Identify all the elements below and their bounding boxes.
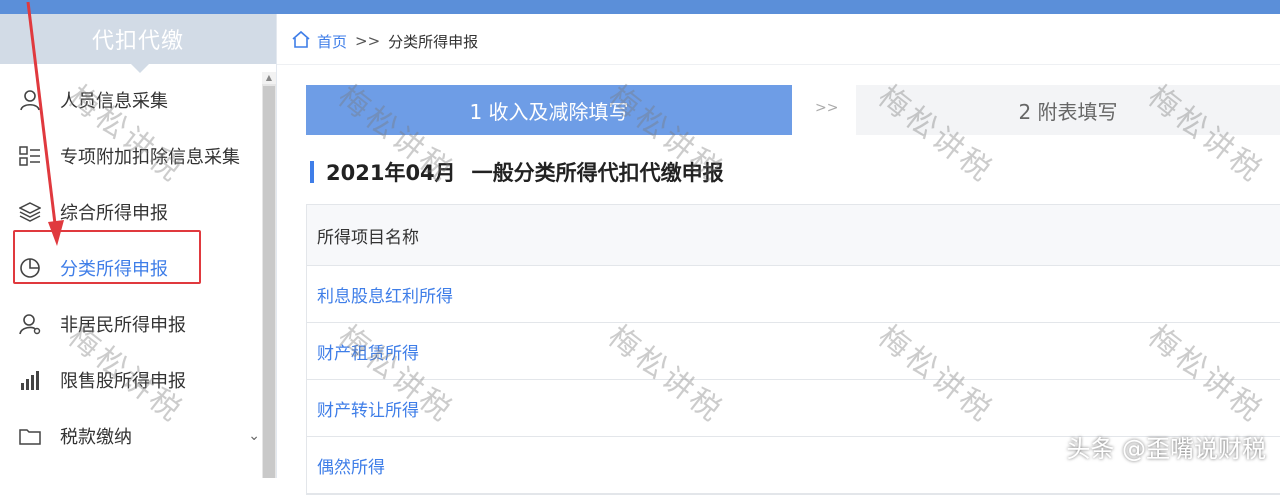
column-header-income-name: 所得项目名称 xyxy=(317,227,419,248)
breadcrumb-separator: >> xyxy=(355,32,381,50)
sidebar-item-label: 税款缴纳 xyxy=(60,427,132,448)
folder-icon xyxy=(18,424,42,448)
step-2-tab[interactable]: 2 附表填写 xyxy=(856,85,1280,135)
layers-icon xyxy=(18,200,42,224)
table-row: 利息股息红利所得 xyxy=(307,266,1280,323)
scrollbar-thumb[interactable] xyxy=(263,86,275,478)
sidebar-item-personnel[interactable]: 人员信息采集 xyxy=(0,72,262,128)
income-item-link[interactable]: 财产转让所得 xyxy=(317,396,419,421)
table-row: 财产租赁所得 xyxy=(307,323,1280,380)
income-item-link[interactable]: 利息股息红利所得 xyxy=(317,282,453,307)
sidebar-header-title: 代扣代缴 xyxy=(91,29,184,54)
home-icon[interactable] xyxy=(291,30,311,52)
sidebar-item-restricted-stock[interactable]: 限售股所得申报 xyxy=(0,352,262,408)
top-bar xyxy=(0,0,1280,14)
scroll-up-icon[interactable]: ▲ xyxy=(262,72,276,84)
step-separator: >> xyxy=(815,100,839,116)
person-settings-icon xyxy=(18,312,42,336)
source-credit: 头条 @歪嘴说财税 xyxy=(1066,435,1266,463)
sidebar-item-nonresident-income[interactable]: 非居民所得申报 xyxy=(0,296,262,352)
chevron-down-icon[interactable]: ⌄ xyxy=(248,428,260,444)
title-accent-bar xyxy=(310,161,314,183)
sidebar-item-label: 非居民所得申报 xyxy=(60,315,186,336)
sidebar-header: 代扣代缴 xyxy=(0,14,276,73)
page-title: 2021年04月 一般分类所得代扣代缴申报 xyxy=(310,158,724,186)
sidebar-item-label: 人员信息采集 xyxy=(60,91,168,112)
breadcrumb-current: 分类所得申报 xyxy=(388,32,479,51)
income-item-link[interactable]: 财产租赁所得 xyxy=(317,339,419,364)
divider xyxy=(277,64,1280,65)
income-item-link[interactable]: 偶然所得 xyxy=(317,453,385,478)
table-header: 所得项目名称 xyxy=(307,205,1280,266)
main-content: 首页 >> 分类所得申报 1 收入及减除填写 >> 2 附表填写 2021年04… xyxy=(277,14,1280,495)
list-icon xyxy=(18,144,42,168)
sidebar-item-special-deduction[interactable]: 专项附加扣除信息采集 xyxy=(0,128,262,184)
sidebar-item-label: 限售股所得申报 xyxy=(60,371,186,392)
sidebar-item-label: 综合所得申报 xyxy=(60,203,168,224)
sidebar-scrollbar[interactable]: ▲ xyxy=(262,72,276,478)
red-highlight-box xyxy=(13,230,201,284)
period-label: 2021年04月 xyxy=(326,161,456,185)
title-label: 一般分类所得代扣代缴申报 xyxy=(471,161,724,185)
sidebar-item-label: 专项附加扣除信息采集 xyxy=(60,147,240,168)
breadcrumb-home-link[interactable]: 首页 xyxy=(317,31,347,52)
person-icon xyxy=(18,88,42,112)
sidebar-item-tax-payment[interactable]: 税款缴纳 ⌄ xyxy=(0,408,262,464)
breadcrumb: 首页 >> 分类所得申报 xyxy=(291,28,478,54)
bar-chart-icon xyxy=(18,368,42,392)
step-1-tab[interactable]: 1 收入及减除填写 xyxy=(306,85,792,135)
